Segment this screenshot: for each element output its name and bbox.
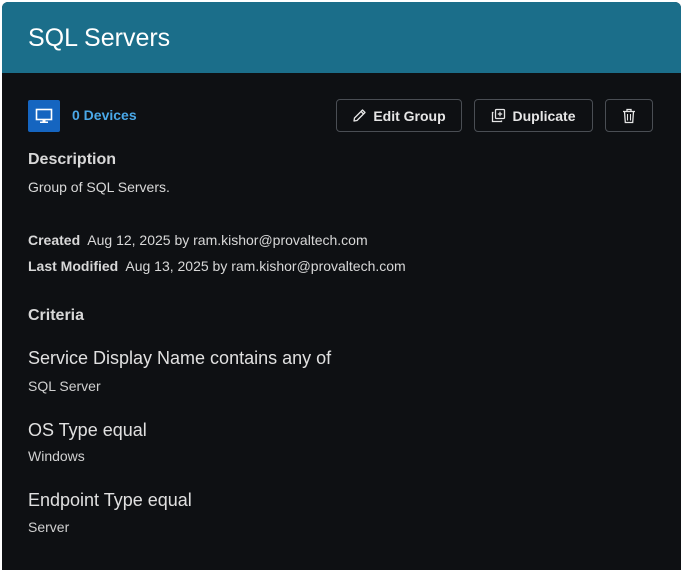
criterion-name: OS Type equal xyxy=(28,420,147,440)
criterion-value: Server xyxy=(28,519,70,535)
page-title: SQL Servers xyxy=(28,24,171,52)
duplicate-button[interactable]: Duplicate xyxy=(474,99,593,132)
panel-header: SQL Servers xyxy=(2,2,681,73)
trash-icon xyxy=(622,108,636,124)
duplicate-label: Duplicate xyxy=(512,107,576,124)
criterion-value: SQL Server xyxy=(28,378,101,394)
pencil-icon xyxy=(352,108,367,123)
created-label: Created xyxy=(28,232,81,248)
criterion-value: Windows xyxy=(28,448,85,464)
device-count-link[interactable]: 0 Devices xyxy=(72,107,137,123)
criteria-heading: Criteria xyxy=(28,307,85,324)
modified-value: Aug 13, 2025 by ram.kishor@provaltech.co… xyxy=(125,258,406,274)
modified-label: Last Modified xyxy=(28,258,119,274)
created-row: Created Aug 12, 2025 by ram.kishor@prova… xyxy=(28,232,368,248)
description-text: Group of SQL Servers. xyxy=(28,179,170,195)
edit-group-label: Edit Group xyxy=(373,107,446,124)
group-detail-panel: SQL Servers 0 Devices Edit Group Duplica… xyxy=(2,2,681,570)
modified-row: Last Modified Aug 13, 2025 by ram.kishor… xyxy=(28,258,406,274)
created-value: Aug 12, 2025 by ram.kishor@provaltech.co… xyxy=(87,232,368,248)
criterion-name: Endpoint Type equal xyxy=(28,490,192,510)
monitor-icon xyxy=(28,100,60,132)
criterion-name: Service Display Name contains any of xyxy=(28,348,332,368)
delete-button[interactable] xyxy=(605,99,653,132)
edit-group-button[interactable]: Edit Group xyxy=(336,99,462,132)
duplicate-icon xyxy=(491,108,506,123)
description-heading: Description xyxy=(28,151,117,168)
